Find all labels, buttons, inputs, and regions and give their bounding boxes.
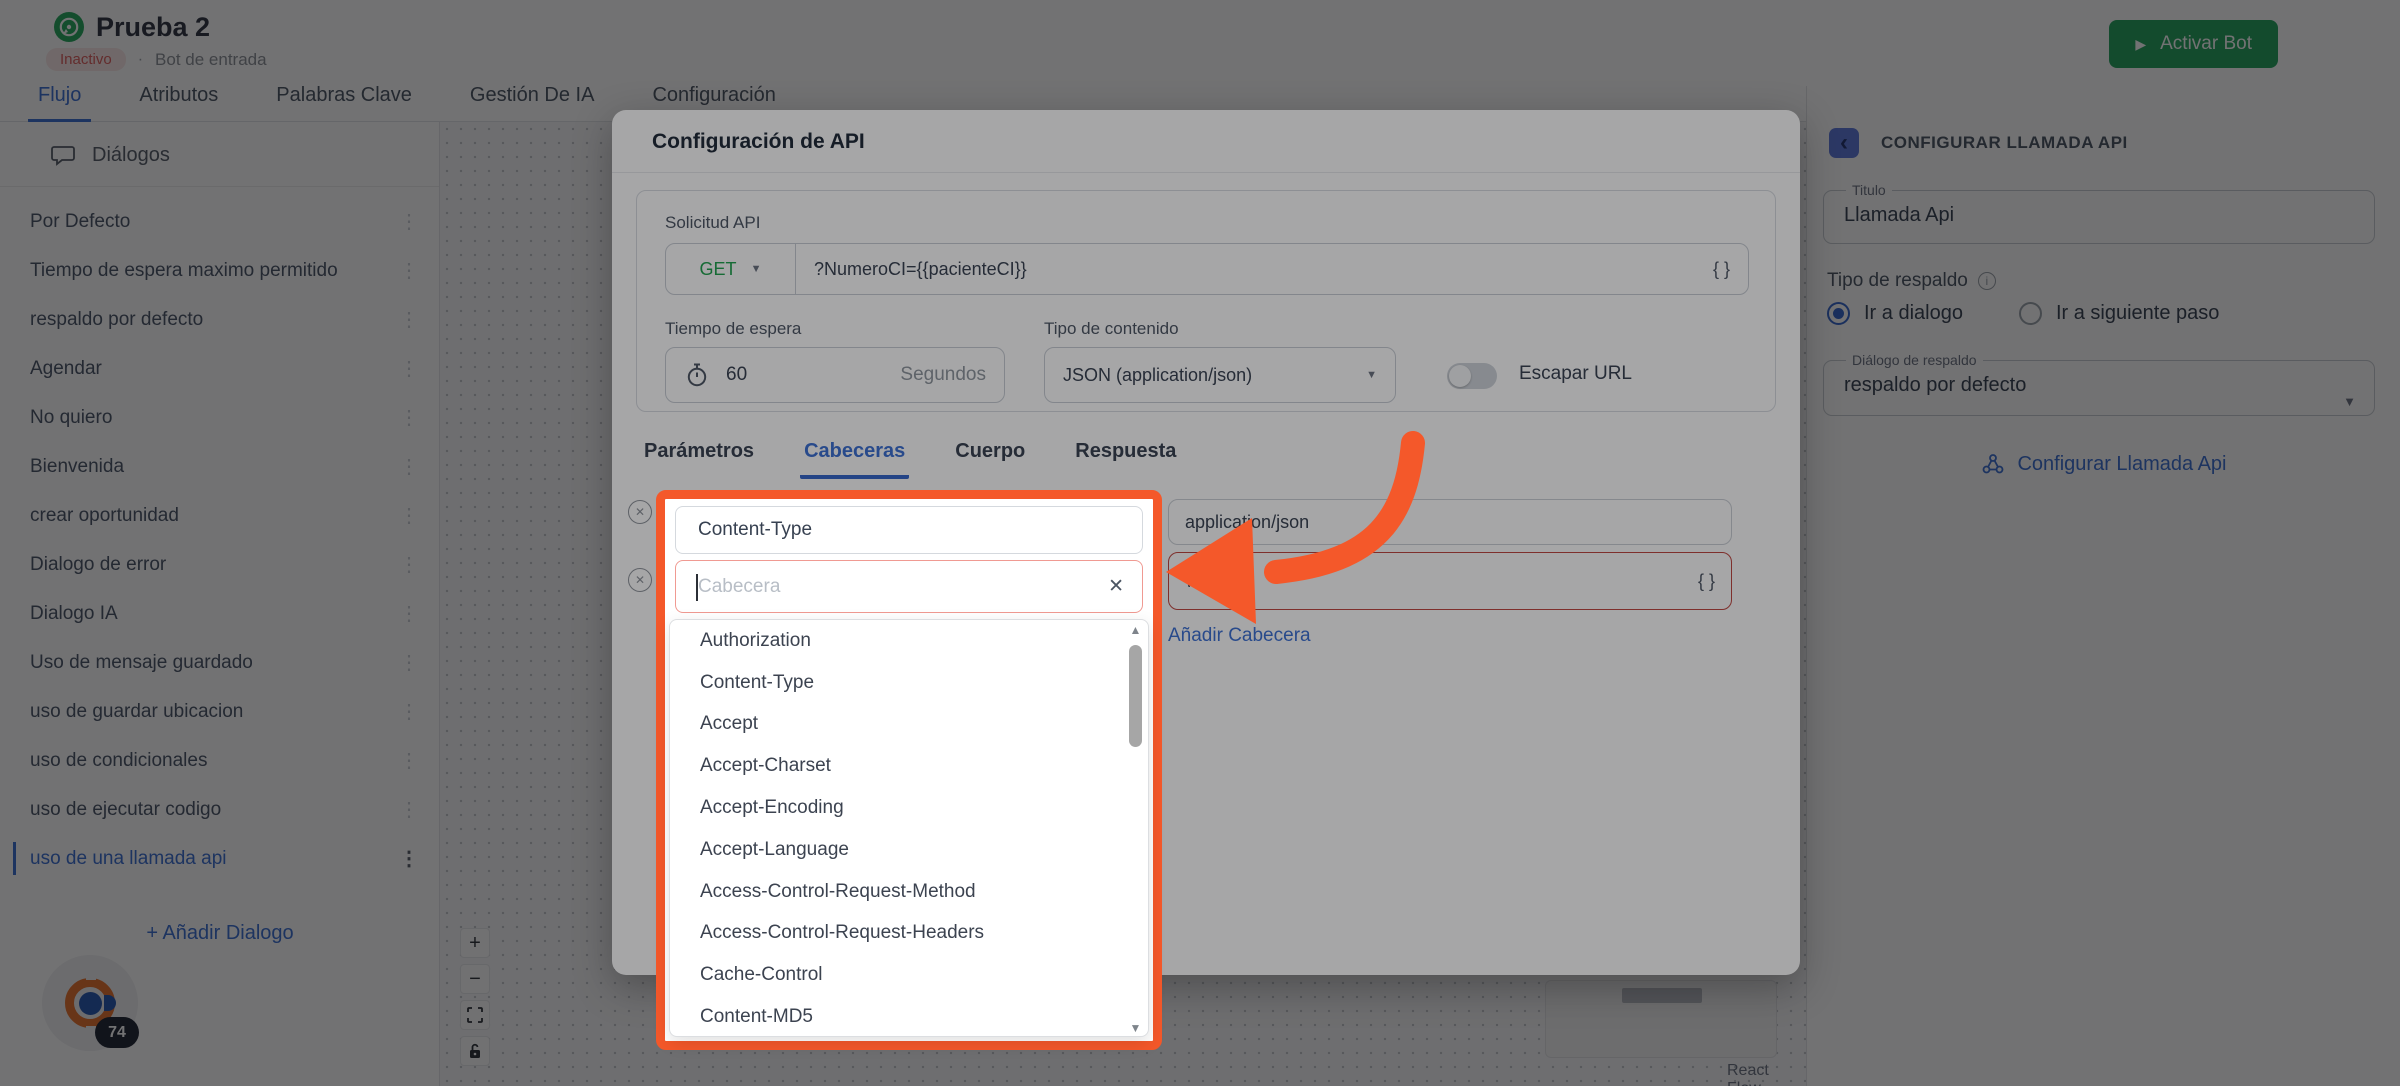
header-key-input[interactable] [676, 576, 1090, 598]
suggestion-item[interactable]: Accept-Charset [670, 745, 1148, 787]
suggestion-item[interactable]: Accept-Encoding [670, 787, 1148, 829]
suggestion-item[interactable]: Access-Control-Request-Method [670, 871, 1148, 913]
tour-arrow [1128, 412, 1458, 682]
tour-highlight-box: Content-Type ✕ Authorization Content-Typ… [656, 490, 1162, 1050]
header-row1-key-field[interactable]: Content-Type [675, 506, 1143, 554]
suggestion-item[interactable]: Content-Type [670, 662, 1148, 704]
suggestion-item[interactable]: Authorization [670, 620, 1148, 662]
suggestion-item[interactable]: Cache-Control [670, 954, 1148, 996]
scroll-down-arrow[interactable]: ▼ [1126, 1021, 1145, 1035]
suggestion-item[interactable]: Accept [670, 704, 1148, 746]
app-root: Prueba 2 Inactivo · Bot de entrada ▶ Act… [0, 0, 2400, 1086]
suggestion-item[interactable]: Accept-Language [670, 829, 1148, 871]
header-suggestions-dropdown: Authorization Content-Type Accept Accept… [669, 619, 1149, 1037]
header-key-input-wrap: ✕ [675, 560, 1143, 613]
suggestion-item[interactable]: Content-MD5 [670, 996, 1148, 1037]
dropdown-scrollbar: ▲ ▼ [1126, 623, 1145, 1035]
suggestion-item[interactable]: Access-Control-Request-Headers [670, 913, 1148, 955]
text-cursor [696, 574, 698, 601]
